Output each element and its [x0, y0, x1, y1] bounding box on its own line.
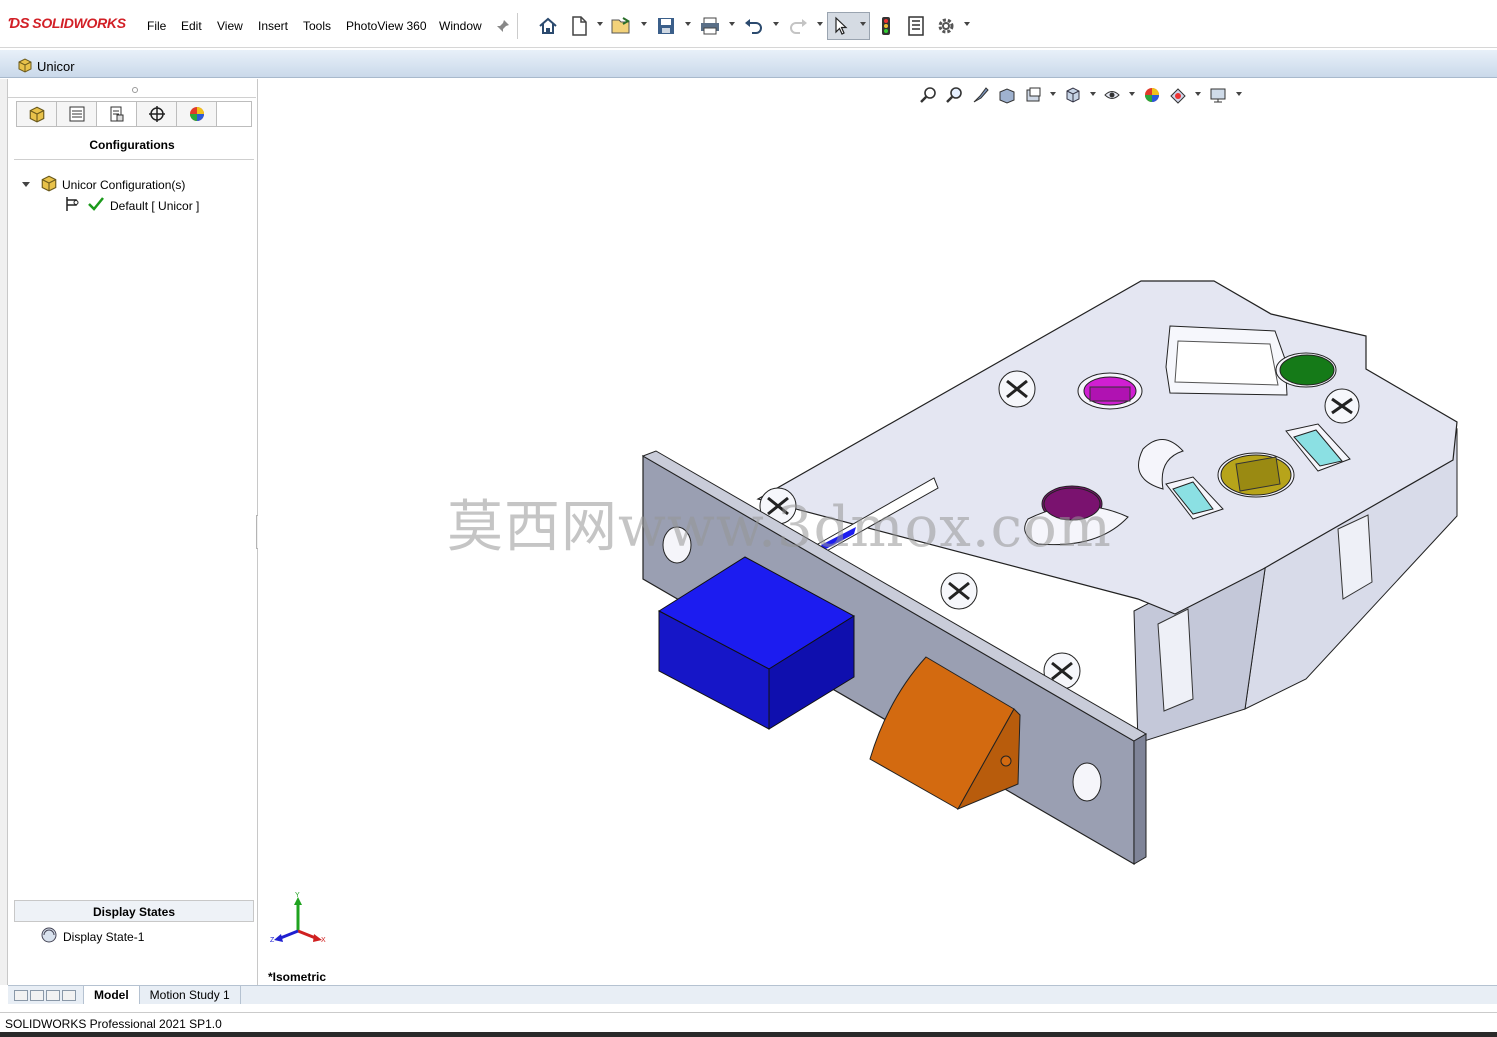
configurations-icon: [40, 174, 58, 195]
solidworks-logo[interactable]: ƊS SOLIDWORKS: [8, 15, 126, 32]
options-icon[interactable]: [935, 15, 957, 37]
select-dropdown-icon[interactable]: [860, 22, 866, 26]
print-dropdown-icon[interactable]: [729, 22, 735, 26]
bottom-tab-bar: Model Motion Study 1: [8, 985, 1497, 1004]
first-tab-icon[interactable]: [14, 989, 28, 1001]
property-manager-icon: [69, 106, 84, 122]
previous-tab-icon[interactable]: [30, 989, 44, 1001]
menu-insert[interactable]: Insert: [258, 19, 288, 33]
tree-child-row[interactable]: Default [ Unicor ]: [64, 195, 199, 216]
panel-divider: [14, 159, 254, 160]
watermark-text: 莫西网www.3dmox.com: [447, 495, 1112, 560]
display-state-icon: [40, 926, 58, 947]
new-dropdown-icon[interactable]: [597, 22, 603, 26]
pin-icon[interactable]: [493, 15, 513, 37]
tab-motion-study[interactable]: Motion Study 1: [140, 986, 241, 1004]
tab-property-manager[interactable]: [57, 102, 97, 126]
triad-z-label: Z: [270, 937, 275, 944]
menu-view[interactable]: View: [217, 19, 243, 33]
triad-y-label: Y: [295, 892, 300, 899]
tab-display-manager[interactable]: [177, 102, 217, 126]
triad-x-label: X: [321, 937, 326, 944]
checkmark-icon: [88, 197, 104, 214]
undo-dropdown-icon[interactable]: [773, 22, 779, 26]
left-edge-bar: [0, 79, 8, 985]
configuration-manager-panel: Configurations Unicor Configuration(s) D…: [8, 79, 258, 985]
tree-child-label: Default [ Unicor ]: [110, 198, 200, 213]
panel-grip-icon[interactable]: [132, 87, 138, 93]
panel-title: Configurations: [89, 138, 175, 152]
view-orientation-label: *Isometric: [268, 970, 327, 984]
save-icon[interactable]: [655, 15, 677, 37]
feature-tree-icon: [29, 106, 44, 123]
open-dropdown-icon[interactable]: [641, 22, 647, 26]
home-icon[interactable]: [537, 15, 559, 37]
document-title: Unicor: [37, 59, 75, 74]
save-dropdown-icon[interactable]: [685, 22, 691, 26]
status-bar: SOLIDWORKS Professional 2021 SP1.0: [0, 1012, 1497, 1032]
tab-configuration-manager[interactable]: [97, 102, 137, 126]
panel-tab-strip: [16, 101, 252, 127]
crosshair-icon: [148, 106, 165, 122]
taskbar-strip: [0, 1032, 1497, 1037]
menu-window[interactable]: Window: [439, 19, 482, 33]
last-tab-icon[interactable]: [62, 989, 76, 1001]
tab-dimxpert-manager[interactable]: [137, 102, 177, 126]
menu-file[interactable]: File: [147, 19, 166, 33]
file-properties-icon[interactable]: [905, 15, 927, 37]
menu-edit[interactable]: Edit: [181, 19, 202, 33]
menu-tools[interactable]: Tools: [303, 19, 331, 33]
new-icon[interactable]: [568, 15, 590, 37]
tab-model[interactable]: Model: [84, 986, 140, 1004]
open-icon[interactable]: [611, 15, 633, 37]
tab-feature-manager[interactable]: [17, 102, 57, 126]
graphics-viewport[interactable]: 莫西网www.3dmox.com Y X Z: [258, 79, 1497, 985]
tree-root-row[interactable]: Unicor Configuration(s): [22, 174, 185, 195]
menu-bar: ƊS SOLIDWORKS File Edit View Insert Tools…: [0, 0, 1497, 48]
orientation-triad: Y X Z: [270, 892, 326, 944]
tree-root-label: Unicor Configuration(s): [62, 177, 186, 192]
select-icon[interactable]: [830, 15, 852, 37]
configuration-manager-icon: [110, 106, 123, 122]
redo-dropdown-icon[interactable]: [817, 22, 823, 26]
configuration-flag-icon: [64, 195, 82, 216]
print-icon[interactable]: [699, 15, 721, 37]
menu-photoview[interactable]: PhotoView 360: [346, 19, 427, 33]
tab-scroll-arrows: [8, 986, 84, 1004]
document-title-bar: Unicor: [0, 50, 1497, 78]
status-text: SOLIDWORKS Professional 2021 SP1.0: [5, 1017, 222, 1031]
next-tab-icon[interactable]: [46, 989, 60, 1001]
traffic-light-icon[interactable]: [875, 15, 897, 37]
collapse-arrow-icon[interactable]: [22, 182, 30, 187]
options-dropdown-icon[interactable]: [964, 22, 970, 26]
display-state-row[interactable]: Display State-1: [40, 926, 144, 947]
part-icon: [17, 57, 33, 76]
undo-icon[interactable]: [743, 15, 765, 37]
display-state-label: Display State-1: [63, 929, 145, 944]
redo-icon[interactable]: [787, 15, 809, 37]
display-manager-icon: [189, 107, 204, 121]
display-states-header: Display States: [14, 900, 254, 922]
